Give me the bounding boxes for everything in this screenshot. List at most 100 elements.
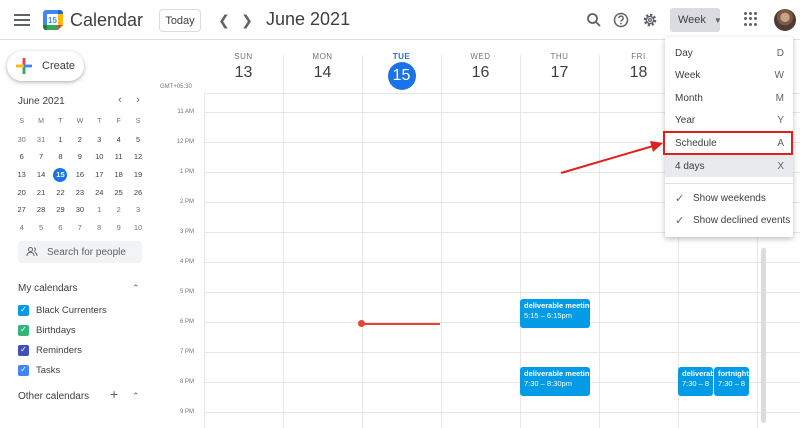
mini-calendar-day[interactable]: 2 bbox=[109, 201, 128, 219]
search-people-field[interactable]: Search for people bbox=[18, 241, 142, 263]
chevron-up-icon[interactable]: ⌃ bbox=[132, 391, 140, 402]
mini-calendar-day[interactable]: 8 bbox=[90, 219, 109, 237]
mini-calendar-day[interactable]: 6 bbox=[12, 148, 31, 166]
hour-label: 3 PM bbox=[179, 229, 194, 235]
day-date[interactable]: 17 bbox=[520, 64, 599, 82]
mini-calendar-day[interactable]: 26 bbox=[128, 183, 147, 201]
day-date[interactable]: 15 bbox=[387, 62, 416, 90]
chevron-up-icon[interactable]: ⌃ bbox=[132, 283, 140, 294]
calendar-event[interactable]: fortnight 7:30 – 8 bbox=[714, 367, 749, 396]
calendar-list-item[interactable]: ✓ Black Currenters bbox=[18, 303, 107, 317]
mini-calendar-day[interactable]: 7 bbox=[31, 148, 50, 166]
view-switcher-button[interactable]: Week ▼ bbox=[670, 8, 722, 32]
mini-calendar-next-button[interactable]: › bbox=[132, 94, 144, 106]
mini-calendar-day[interactable]: 19 bbox=[128, 166, 147, 184]
calendar-list-item[interactable]: ✓ Reminders bbox=[18, 343, 82, 357]
mini-calendar-day[interactable]: 8 bbox=[51, 148, 70, 166]
view-option-4-days[interactable]: 4 days X bbox=[665, 155, 793, 177]
mini-calendar-day[interactable]: 16 bbox=[70, 166, 89, 184]
checkbox-checked-icon[interactable]: ✓ bbox=[18, 344, 29, 356]
mini-calendar-day[interactable]: 14 bbox=[31, 166, 50, 184]
mini-calendar-day[interactable]: 30 bbox=[12, 131, 31, 149]
mini-calendar-day-number: 23 bbox=[75, 187, 85, 197]
mini-calendar-day[interactable]: 17 bbox=[90, 166, 109, 184]
mini-calendar-day[interactable]: 5 bbox=[128, 131, 147, 149]
calendar-event[interactable]: deliverab 7:30 – 8 bbox=[678, 367, 713, 396]
other-calendars-title[interactable]: Other calendars bbox=[18, 391, 89, 402]
settings-button[interactable] bbox=[640, 10, 660, 30]
mini-calendar-day[interactable]: 11 bbox=[109, 148, 128, 166]
calendar-event[interactable]: deliverable meeting 7:30 – 8:30pm bbox=[520, 367, 590, 396]
mini-calendar-day-number: 14 bbox=[36, 170, 46, 180]
mini-calendar-day[interactable]: 9 bbox=[70, 148, 89, 166]
mini-calendar-day[interactable]: 24 bbox=[90, 183, 109, 201]
calendar-list-item[interactable]: ✓ Tasks bbox=[18, 363, 60, 377]
checkbox-checked-icon[interactable]: ✓ bbox=[18, 304, 29, 316]
mini-calendar-day[interactable]: 4 bbox=[12, 219, 31, 237]
my-calendars-title[interactable]: My calendars bbox=[18, 283, 77, 294]
mini-calendar-day[interactable]: 20 bbox=[12, 183, 31, 201]
mini-calendar-weekday: T bbox=[97, 118, 102, 126]
mini-calendar-day[interactable]: 3 bbox=[128, 201, 147, 219]
mini-calendar-day[interactable]: 6 bbox=[51, 219, 70, 237]
day-column-header[interactable]: MON 14 bbox=[283, 41, 362, 93]
mini-calendar-day[interactable]: 28 bbox=[31, 201, 50, 219]
mini-calendar-day[interactable]: 4 bbox=[109, 131, 128, 149]
checkbox-checked-icon[interactable]: ✓ bbox=[18, 364, 29, 376]
today-button[interactable]: Today bbox=[159, 9, 201, 32]
mini-calendar-day[interactable]: 1 bbox=[90, 201, 109, 219]
view-option-shortcut: Y bbox=[777, 114, 784, 126]
google-apps-icon[interactable] bbox=[744, 12, 758, 26]
next-week-button[interactable]: ❯ bbox=[238, 11, 256, 29]
mini-calendar-day[interactable]: 5 bbox=[31, 219, 50, 237]
mini-calendar-day[interactable]: 9 bbox=[109, 219, 128, 237]
grid-scrollbar[interactable] bbox=[761, 248, 766, 423]
mini-calendar-day[interactable]: 7 bbox=[70, 219, 89, 237]
menu-toggle-option[interactable]: ✓ Show weekends bbox=[675, 188, 795, 208]
mini-calendar-day[interactable]: 21 bbox=[31, 183, 50, 201]
calendar-list-label: Tasks bbox=[36, 364, 61, 376]
mini-calendar-day[interactable]: 10 bbox=[128, 219, 147, 237]
mini-calendar-day[interactable]: 31 bbox=[31, 131, 50, 149]
day-column-header[interactable]: THU 17 bbox=[520, 41, 599, 93]
search-button[interactable] bbox=[584, 10, 604, 30]
mini-calendar-day[interactable]: 2 bbox=[70, 131, 89, 149]
mini-calendar-previous-button[interactable]: ‹ bbox=[114, 94, 126, 106]
previous-week-button[interactable]: ❮ bbox=[215, 11, 233, 29]
menu-toggle-option[interactable]: ✓ Show declined events bbox=[675, 210, 795, 230]
checkbox-checked-icon[interactable]: ✓ bbox=[18, 324, 29, 336]
help-button[interactable] bbox=[611, 10, 631, 30]
mini-calendar-day[interactable]: 3 bbox=[90, 131, 109, 149]
calendar-list-item[interactable]: ✓ Birthdays bbox=[18, 323, 76, 337]
create-button[interactable]: Create bbox=[7, 51, 84, 81]
mini-calendar-day[interactable]: 15 bbox=[51, 166, 70, 184]
day-date[interactable]: 14 bbox=[283, 64, 362, 82]
day-column-header[interactable]: SUN 13 bbox=[204, 41, 283, 93]
view-option-year[interactable]: Year Y bbox=[665, 109, 793, 131]
view-option-day[interactable]: Day D bbox=[665, 42, 793, 64]
day-column-header[interactable]: TUE 15 bbox=[362, 41, 441, 93]
mini-calendar-day[interactable]: 22 bbox=[51, 183, 70, 201]
mini-calendar-day[interactable]: 27 bbox=[12, 201, 31, 219]
mini-calendar-day[interactable]: 29 bbox=[51, 201, 70, 219]
account-avatar[interactable] bbox=[774, 9, 796, 31]
mini-calendar-day[interactable]: 13 bbox=[12, 166, 31, 184]
view-option-week[interactable]: Week W bbox=[665, 64, 793, 86]
view-option-month[interactable]: Month M bbox=[665, 87, 793, 109]
mini-calendar-day[interactable]: 1 bbox=[51, 131, 70, 149]
day-column-header[interactable]: WED 16 bbox=[441, 41, 520, 93]
mini-calendar-day-number: 2 bbox=[77, 134, 82, 144]
mini-calendar-day[interactable]: 25 bbox=[109, 183, 128, 201]
mini-calendar-day[interactable]: 10 bbox=[90, 148, 109, 166]
mini-calendar-weekday: W bbox=[76, 118, 84, 126]
add-other-calendar-plus-icon[interactable]: + bbox=[110, 386, 118, 402]
main-menu-icon[interactable] bbox=[12, 11, 32, 29]
mini-calendar-day[interactable]: 30 bbox=[70, 201, 89, 219]
day-date[interactable]: 16 bbox=[441, 64, 520, 82]
hour-label: 8 PM bbox=[179, 379, 194, 385]
day-date[interactable]: 13 bbox=[204, 64, 283, 82]
calendar-event[interactable]: deliverable meeting 5:15 – 6:15pm bbox=[520, 299, 590, 328]
mini-calendar-day[interactable]: 18 bbox=[109, 166, 128, 184]
mini-calendar-day[interactable]: 12 bbox=[128, 148, 147, 166]
mini-calendar-day[interactable]: 23 bbox=[70, 183, 89, 201]
